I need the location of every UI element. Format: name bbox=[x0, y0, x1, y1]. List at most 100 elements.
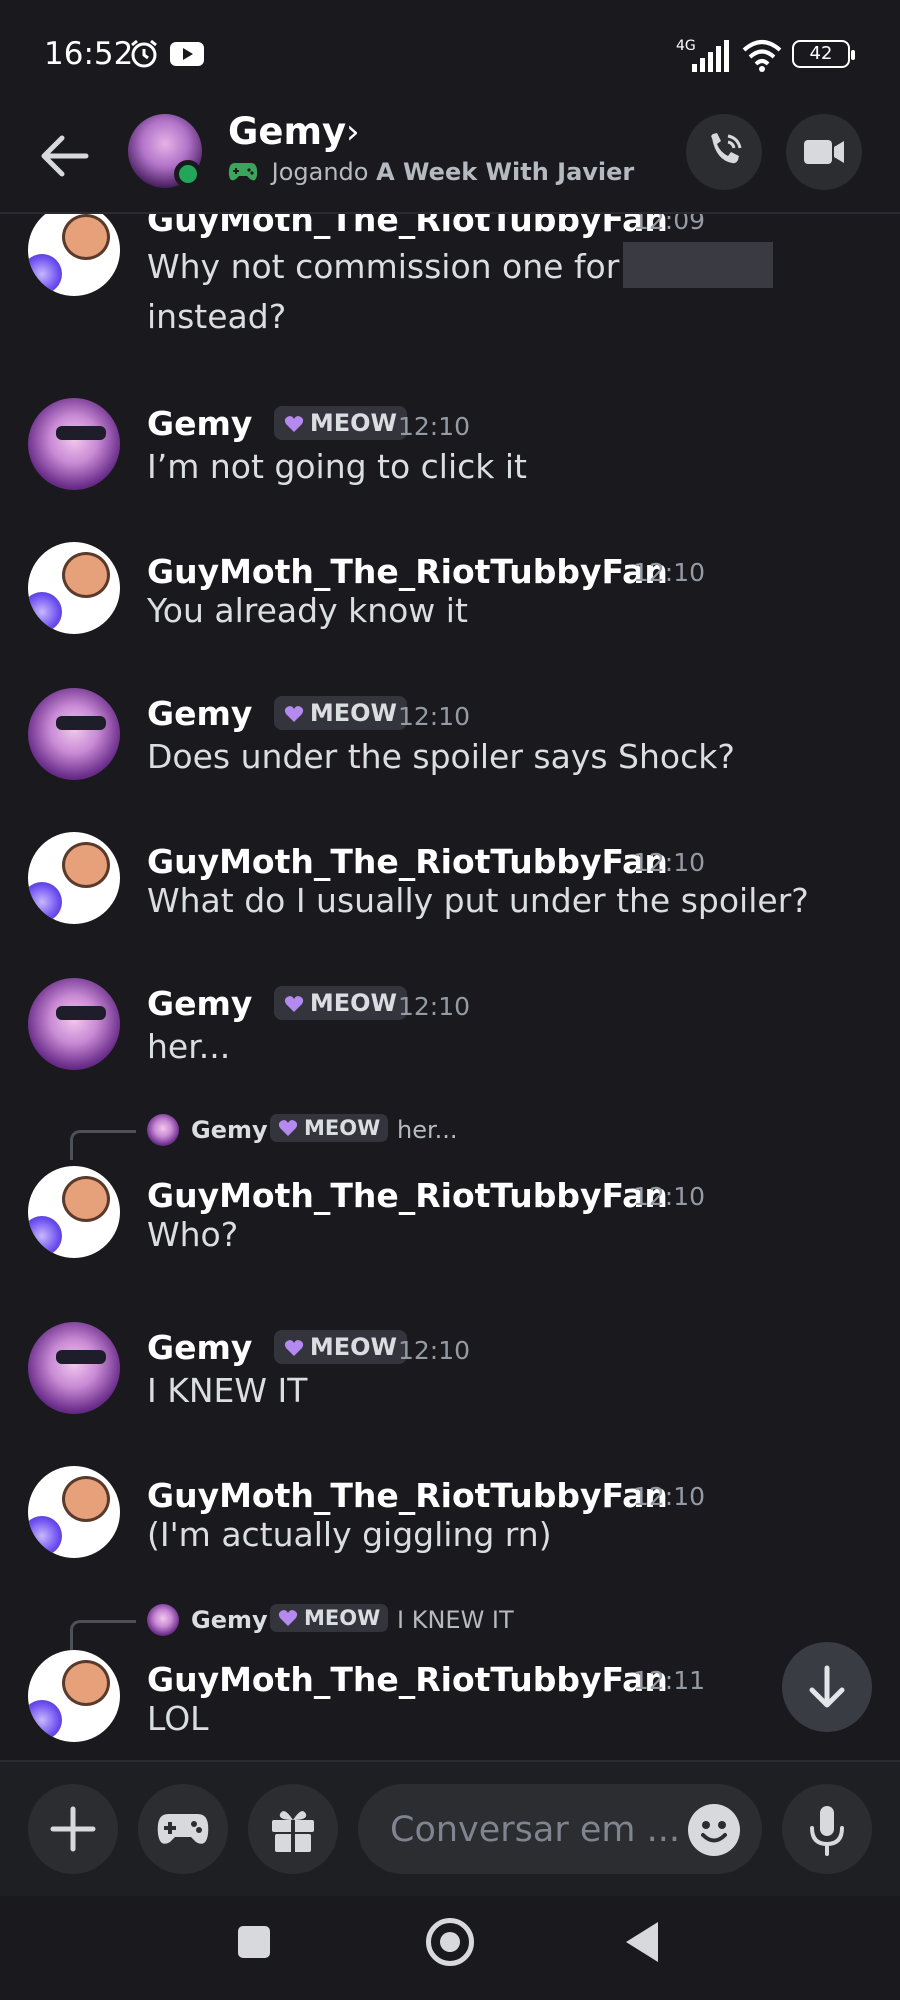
role-badge[interactable]: MEOW bbox=[273, 406, 408, 440]
plus-icon bbox=[50, 1806, 96, 1852]
reply-badge: MEOW bbox=[270, 1114, 389, 1142]
role-badge[interactable]: MEOW bbox=[273, 986, 408, 1020]
reply-author: Gemy bbox=[191, 1606, 268, 1634]
message-text: Who? bbox=[147, 1215, 239, 1254]
orb-icon bbox=[28, 1700, 62, 1740]
message-text: her... bbox=[147, 1027, 231, 1066]
message-time: 12:10 bbox=[633, 1482, 706, 1511]
message-time: 12:10 bbox=[398, 702, 471, 731]
gift-icon bbox=[272, 1811, 314, 1852]
chevron-right-icon[interactable]: › bbox=[346, 112, 360, 152]
avatar-mask-icon bbox=[56, 1006, 106, 1020]
orb-icon bbox=[28, 254, 62, 294]
gamepad-icon bbox=[157, 1814, 209, 1844]
user-avatar[interactable] bbox=[28, 214, 120, 296]
message-text: LOL bbox=[147, 1699, 209, 1738]
message-time: 12:10 bbox=[633, 848, 706, 877]
back-button[interactable] bbox=[626, 1922, 658, 1962]
message-author[interactable]: Gemy bbox=[147, 984, 252, 1023]
heart-icon bbox=[284, 996, 303, 1012]
message-text: (I'm actually giggling rn) bbox=[147, 1515, 552, 1554]
message-author[interactable]: GuyMoth_The_RiotTubbyFan bbox=[147, 1660, 668, 1699]
user-avatar[interactable] bbox=[28, 1322, 120, 1414]
reply-avatar bbox=[147, 1604, 179, 1636]
user-avatar[interactable] bbox=[28, 542, 120, 634]
orb-icon bbox=[28, 882, 62, 922]
user-avatar[interactable] bbox=[28, 1466, 120, 1558]
message-author[interactable]: Gemy bbox=[147, 1328, 252, 1367]
message-time: 12:10 bbox=[398, 992, 471, 1021]
spoiler-block[interactable] bbox=[623, 242, 774, 288]
moth-face-icon bbox=[62, 1660, 110, 1706]
message-text: What do I usually put under the spoiler? bbox=[147, 881, 809, 920]
heart-icon bbox=[284, 416, 303, 432]
user-avatar[interactable] bbox=[28, 688, 120, 780]
message-input[interactable] bbox=[388, 1784, 692, 1876]
role-badge[interactable]: MEOW bbox=[273, 696, 408, 730]
orb-icon bbox=[28, 1216, 62, 1256]
chat-header: Gemy › Jogando A Week With Javier bbox=[0, 100, 900, 214]
reply-text: her... bbox=[397, 1116, 458, 1144]
reply-connector bbox=[70, 1130, 136, 1160]
emoji-icon bbox=[701, 1821, 727, 1843]
heart-icon bbox=[284, 706, 303, 722]
emoji-button[interactable] bbox=[688, 1804, 740, 1856]
reply-avatar bbox=[147, 1114, 179, 1146]
phone-icon bbox=[711, 133, 742, 164]
back-arrow-icon[interactable] bbox=[34, 128, 94, 184]
message-time: 12:10 bbox=[398, 1336, 471, 1365]
alarm-icon bbox=[131, 39, 157, 68]
orb-icon bbox=[28, 1516, 62, 1556]
arrow-down-icon bbox=[809, 1665, 845, 1708]
jump-to-latest-button[interactable] bbox=[782, 1642, 872, 1732]
home-button[interactable] bbox=[426, 1918, 474, 1966]
message-author-row: Gemy MEOW bbox=[147, 694, 408, 733]
avatar-mask-icon bbox=[56, 1350, 106, 1364]
user-avatar[interactable] bbox=[28, 1166, 120, 1258]
heart-icon bbox=[278, 1120, 298, 1136]
orb-icon bbox=[28, 592, 62, 632]
message-author[interactable]: Gemy bbox=[147, 404, 252, 443]
message-text: Does under the spoiler says Shock? bbox=[147, 737, 735, 776]
activities-button[interactable] bbox=[138, 1784, 228, 1874]
heart-icon bbox=[284, 1340, 303, 1356]
video-call-button[interactable] bbox=[786, 114, 862, 190]
message-composer bbox=[0, 1760, 900, 1898]
user-avatar[interactable] bbox=[28, 398, 120, 490]
contact-name[interactable]: Gemy bbox=[228, 110, 346, 153]
message-text: I’m not going to click it bbox=[147, 447, 527, 486]
contact-activity: Jogando A Week With Javier bbox=[228, 158, 634, 186]
message-text: I KNEW IT bbox=[147, 1371, 308, 1410]
reply-badge: MEOW bbox=[270, 1604, 389, 1632]
message-time: 12:09 bbox=[633, 214, 706, 235]
message-author[interactable]: Gemy bbox=[147, 694, 252, 733]
add-attachment-button[interactable] bbox=[28, 1784, 118, 1874]
online-status-icon bbox=[174, 160, 202, 188]
voice-message-button[interactable] bbox=[782, 1784, 872, 1874]
wifi-icon bbox=[742, 40, 782, 72]
user-avatar[interactable] bbox=[28, 978, 120, 1070]
status-time: 16:52 bbox=[44, 36, 134, 72]
role-badge[interactable]: MEOW bbox=[273, 1330, 408, 1364]
message-author[interactable]: GuyMoth_The_RiotTubbyFan bbox=[147, 214, 668, 239]
message-text: You already know it bbox=[147, 591, 468, 630]
reply-text: I KNEW IT bbox=[397, 1606, 514, 1634]
message-time: 12:11 bbox=[633, 1666, 706, 1695]
avatar-mask-icon bbox=[56, 426, 106, 440]
reply-connector bbox=[70, 1620, 136, 1650]
message-text-line2: instead? bbox=[147, 297, 287, 336]
message-author-row: Gemy MEOW bbox=[147, 984, 408, 1023]
heart-icon bbox=[278, 1610, 298, 1626]
video-camera-icon bbox=[804, 140, 844, 164]
recents-button[interactable] bbox=[238, 1926, 270, 1958]
battery-icon: 42 bbox=[792, 40, 855, 68]
message-text: Why not commission one for bbox=[147, 242, 774, 292]
gift-button[interactable] bbox=[248, 1784, 338, 1874]
youtube-icon bbox=[170, 42, 204, 66]
voice-call-button[interactable] bbox=[686, 114, 762, 190]
user-avatar[interactable] bbox=[28, 832, 120, 924]
message-list: GuyMoth_The_RiotTubbyFan 12:09 Why not c… bbox=[0, 214, 900, 1758]
system-nav-bar bbox=[0, 1896, 900, 2000]
user-avatar[interactable] bbox=[28, 1650, 120, 1742]
signal-icon bbox=[692, 40, 729, 72]
